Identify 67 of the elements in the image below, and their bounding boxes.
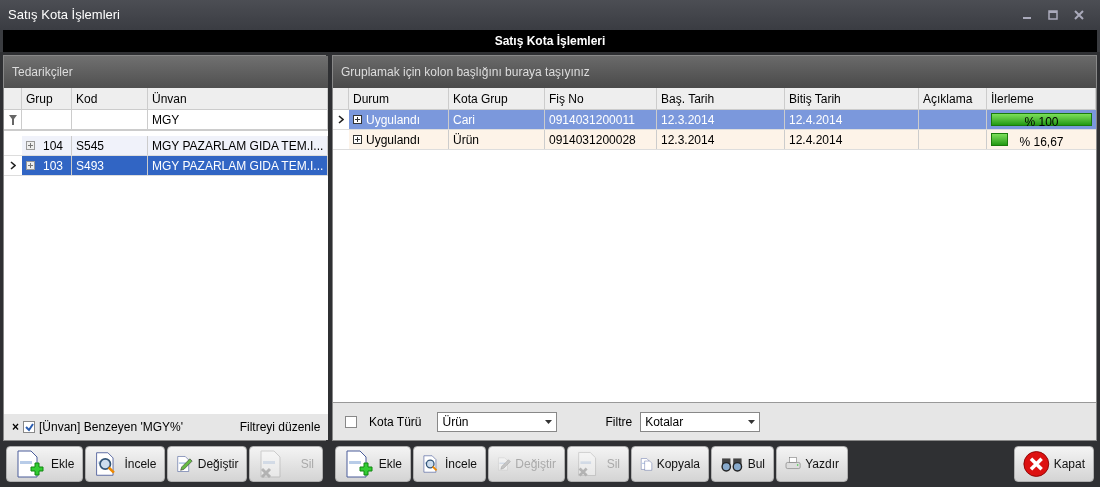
view-button[interactable]: İncele: [85, 446, 166, 482]
document-plus-icon: [344, 449, 374, 479]
copy-button[interactable]: Kopyala: [631, 446, 709, 482]
row-pointer-icon: [10, 161, 16, 170]
table-cell: S493: [72, 156, 148, 175]
supplier-row[interactable]: 104 S545 MGY PAZARLAM GIDA TEM.I...: [4, 136, 329, 156]
add-button[interactable]: Ekle: [6, 446, 84, 482]
maximize-icon[interactable]: [1048, 10, 1058, 20]
table-cell: Ürün: [449, 130, 545, 149]
clear-filter-button[interactable]: ×: [12, 418, 19, 436]
column-header[interactable]: Kota Grup: [449, 88, 545, 109]
table-cell: 103: [22, 156, 72, 175]
dropdown-arrow-icon: [748, 419, 756, 424]
quota-type-dropdown[interactable]: Ürün: [437, 411, 558, 432]
column-header[interactable]: Ünvan: [148, 88, 329, 109]
panel-title: Tedarikçiler: [12, 64, 73, 81]
add-button[interactable]: Ekle: [335, 446, 411, 482]
filter-label: Filtre: [605, 413, 633, 431]
group-hint: Gruplamak için kolon başlığını buraya taşıyınız: [341, 64, 590, 81]
column-header[interactable]: Bitiş Tarih: [785, 88, 919, 109]
progress-text: % 100: [1023, 114, 1060, 131]
close-icon: [1023, 449, 1050, 479]
view-button[interactable]: İncele: [413, 446, 486, 482]
column-header[interactable]: Açıklama: [919, 88, 987, 109]
table-cell: Cari: [449, 110, 545, 129]
quota-type-checkbox[interactable]: [345, 415, 357, 428]
filter-checkbox[interactable]: [23, 421, 35, 433]
expand-icon[interactable]: [353, 115, 362, 124]
supplier-row[interactable]: 103 S493 MGY PAZARLAM GIDA TEM.I...: [4, 156, 329, 176]
filter-icon: [8, 114, 17, 125]
column-header[interactable]: İlerleme: [987, 88, 1096, 109]
table-cell: S545: [72, 136, 148, 155]
column-header[interactable]: Kod: [72, 88, 148, 109]
table-cell: 12.3.2014: [657, 110, 785, 129]
table-cell: MGY PAZARLAM GIDA TEM.I...: [148, 136, 329, 155]
row-pointer-icon: [338, 115, 344, 124]
progress-text: % 16,67: [1018, 134, 1065, 151]
quota-row[interactable]: Uygulandı Cari 0914031200011 12.3.2014 12.4.2014 % 100: [333, 110, 1096, 130]
print-button[interactable]: Yazdır: [776, 446, 848, 482]
column-header[interactable]: Durum: [349, 88, 449, 109]
table-cell: 12.4.2014: [785, 110, 919, 129]
table-cell: 12.3.2014: [657, 130, 785, 149]
dropdown-arrow-icon: [545, 419, 553, 424]
column-header[interactable]: Fiş No: [545, 88, 657, 109]
close-button[interactable]: Kapat: [1014, 446, 1094, 482]
table-cell: 0914031200011: [545, 110, 657, 129]
window-title: Satış Kota İşlemleri: [8, 6, 121, 25]
filter-dropdown[interactable]: Kotalar: [640, 411, 761, 432]
edit-button[interactable]: Değiştir: [167, 446, 248, 482]
table-cell: MGY PAZARLAM GIDA TEM.I...: [148, 156, 329, 175]
filter-cell[interactable]: MGY: [148, 110, 329, 129]
form-title: Satış Kota İşlemleri: [494, 33, 606, 50]
table-cell: 104: [22, 136, 72, 155]
quota-type-label: Kota Türü: [369, 413, 422, 431]
find-button[interactable]: Bul: [711, 446, 774, 482]
table-cell: Uygulandı: [349, 130, 449, 149]
table-cell: 12.4.2014: [785, 130, 919, 149]
table-cell: 0914031200028: [545, 130, 657, 149]
column-header[interactable]: Grup: [22, 88, 72, 109]
quota-row[interactable]: Uygulandı Ürün 0914031200028 12.3.2014 12.4.2014 % 16,67: [333, 130, 1096, 150]
document-plus-icon: [15, 449, 45, 479]
expand-icon[interactable]: [353, 135, 362, 144]
close-icon[interactable]: [1074, 10, 1084, 20]
column-header[interactable]: Baş. Tarih: [657, 88, 785, 109]
filter-text: [Ünvan] Benzeyen 'MGY%': [39, 419, 184, 436]
edit-filter-link[interactable]: Filtreyi düzenle: [239, 418, 321, 436]
table-cell: Uygulandı: [349, 110, 449, 129]
